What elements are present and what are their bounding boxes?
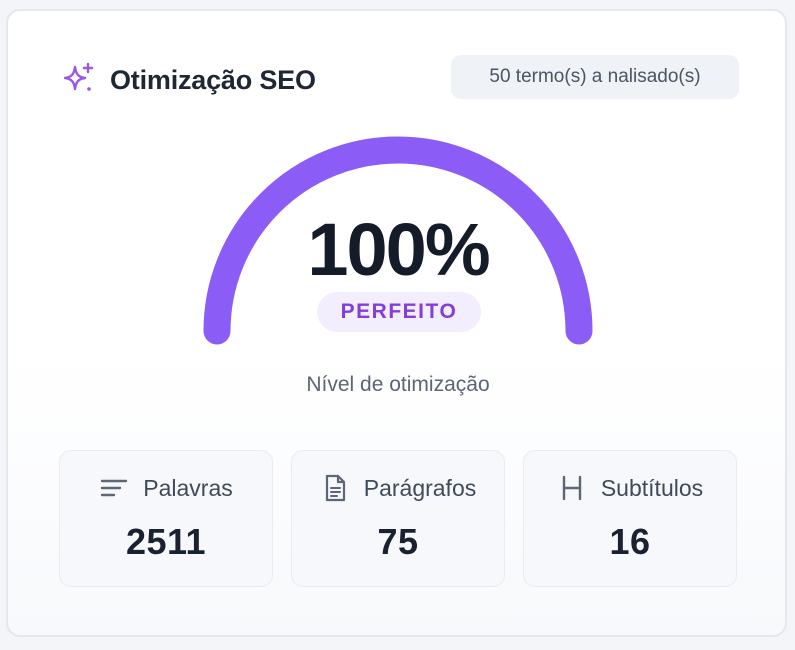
stat-value: 2511	[125, 521, 207, 562]
document-icon	[320, 473, 350, 503]
seo-optimization-card: Otimização SEO 50 termo(s) a nalisado(s)…	[6, 9, 787, 637]
analyzed-terms-badge: 50 termo(s) a nalisado(s)	[451, 55, 739, 99]
heading-icon	[557, 473, 587, 503]
lines-icon	[99, 473, 129, 503]
gauge-caption: Nível de otimização	[306, 373, 490, 396]
stat-value: 16	[609, 521, 651, 562]
stat-card-words: Palavras 2511	[59, 450, 273, 587]
card-title: Otimização SEO	[110, 65, 316, 95]
stat-label: Subtítulos	[600, 475, 704, 501]
status-badge: PERFEITO	[317, 292, 481, 332]
stat-card-paragraphs: Parágrafos 75	[291, 450, 505, 587]
stat-value: 75	[377, 521, 419, 562]
stat-card-subtitles: Subtítulos 16	[523, 450, 737, 587]
optimization-score: 100%	[307, 208, 490, 291]
stat-label: Palavras	[143, 475, 233, 501]
stat-label: Parágrafos	[363, 475, 477, 501]
sparkles-icon	[60, 61, 96, 97]
